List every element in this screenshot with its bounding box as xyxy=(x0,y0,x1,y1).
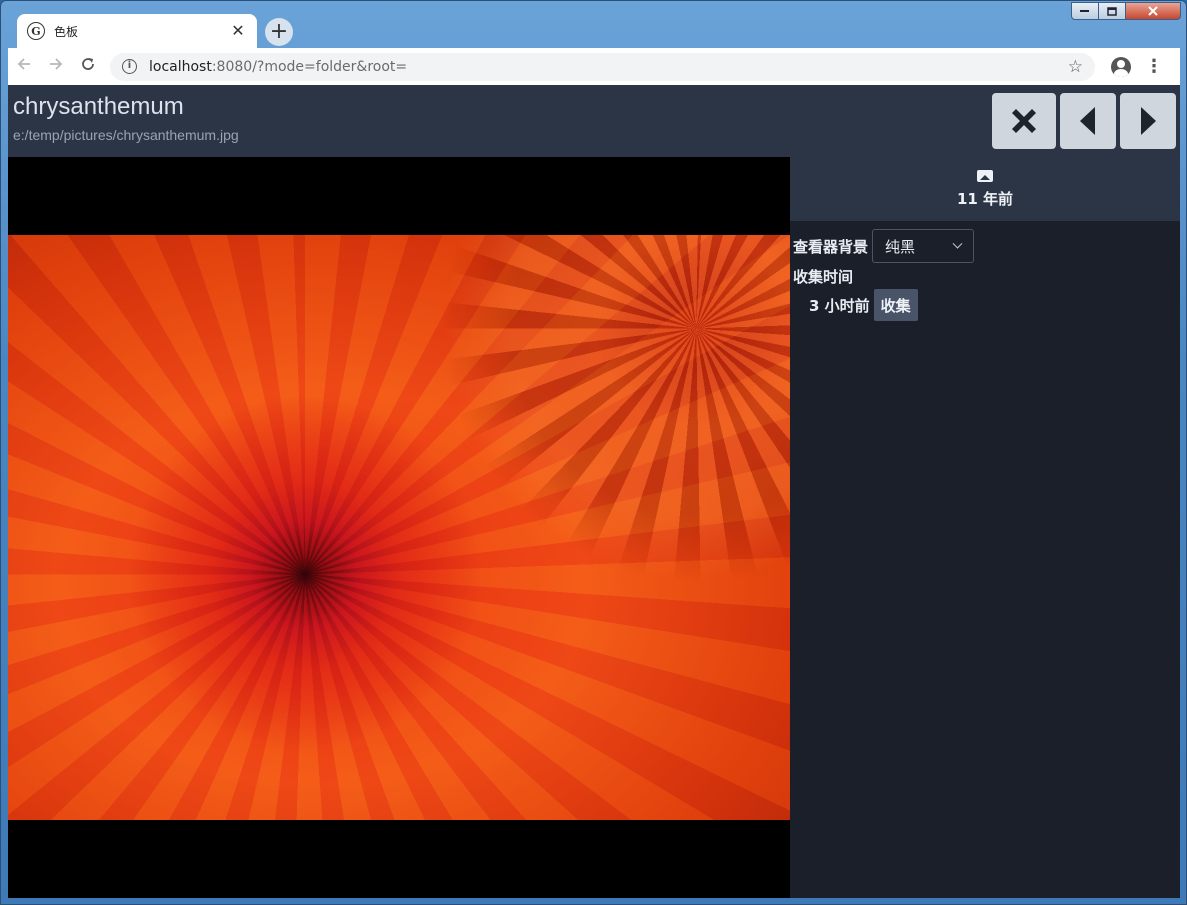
reload-button[interactable] xyxy=(72,56,104,77)
profile-icon[interactable] xyxy=(1111,56,1131,77)
tab-strip: G 色板 ✕ + xyxy=(1,1,1186,48)
image-age: 11 年前 xyxy=(956,189,1014,208)
tab-title: 色板 xyxy=(54,24,79,39)
photo-petal-texture-secondary xyxy=(8,235,790,820)
image-path: e:/temp/pictures/chrysanthemum.jpg xyxy=(13,127,239,143)
bookmark-star-icon[interactable]: ☆ xyxy=(1068,57,1083,77)
image-viewer[interactable] xyxy=(8,157,790,898)
url-host: localhost xyxy=(149,58,212,75)
previous-image-button[interactable] xyxy=(1060,93,1116,149)
minimize-icon xyxy=(1080,10,1089,12)
window-controls xyxy=(1071,2,1181,20)
collect-button[interactable]: 收集 xyxy=(873,289,918,321)
chrysanthemum-photo xyxy=(8,235,790,820)
close-icon xyxy=(1012,109,1036,133)
reload-icon xyxy=(82,58,94,70)
window-close-button[interactable] xyxy=(1125,2,1181,20)
back-button[interactable] xyxy=(8,56,40,77)
background-setting-row: 查看器背景 纯黑 xyxy=(790,229,1180,263)
maximize-button[interactable] xyxy=(1098,2,1126,20)
header-buttons xyxy=(992,93,1176,149)
arrow-left-icon xyxy=(17,58,30,70)
next-image-button[interactable] xyxy=(1120,93,1176,149)
maximize-icon xyxy=(1107,6,1117,16)
browser-toolbar: i localhost:8080/?mode=folder&root= ☆ ⋮ xyxy=(8,48,1180,85)
collect-time-row: 3 小时前 收集 xyxy=(790,289,1180,321)
caret-right-icon xyxy=(1141,107,1156,135)
url-text[interactable]: localhost:8080/?mode=folder&root= xyxy=(149,59,1068,75)
image-header: chrysanthemum e:/temp/pictures/chrysanth… xyxy=(8,85,1180,157)
collect-time-label: 收集时间 xyxy=(793,268,854,286)
app-page: chrysanthemum e:/temp/pictures/chrysanth… xyxy=(8,85,1180,898)
close-icon[interactable]: ✕ xyxy=(229,22,247,40)
tab-active[interactable]: G 色板 ✕ xyxy=(17,14,257,48)
collect-time-label-row: 收集时间 xyxy=(790,266,1180,287)
favicon-icon: G xyxy=(27,22,45,40)
url-rest: :8080/?mode=folder&root= xyxy=(211,58,408,75)
arrow-right-icon xyxy=(50,58,63,70)
info-sidebar: 11 年前 查看器背景 纯黑 收集时间 3 小时前 收集 xyxy=(790,157,1180,898)
image-title: chrysanthemum xyxy=(13,93,184,120)
browser-window: G 色板 ✕ + i localhost:8080/?mode=folder&r… xyxy=(0,0,1187,905)
info-icon[interactable]: i xyxy=(122,59,137,74)
new-tab-button[interactable]: + xyxy=(265,18,293,46)
image-icon xyxy=(977,169,993,182)
image-meta: 11 年前 xyxy=(790,157,1180,221)
chevron-down-icon xyxy=(952,238,963,249)
close-viewer-button[interactable] xyxy=(992,93,1056,149)
menu-dots-icon[interactable]: ⋮ xyxy=(1145,57,1163,76)
background-select[interactable]: 纯黑 xyxy=(872,229,975,263)
minimize-button[interactable] xyxy=(1071,2,1099,20)
address-bar[interactable]: i localhost:8080/?mode=folder&root= ☆ xyxy=(110,52,1095,81)
forward-button[interactable] xyxy=(40,56,72,77)
background-label: 查看器背景 xyxy=(793,237,869,256)
caret-left-icon xyxy=(1080,107,1095,135)
close-icon xyxy=(1148,6,1158,16)
collect-time-value: 3 小时前 xyxy=(809,296,870,315)
background-select-value: 纯黑 xyxy=(885,237,916,256)
